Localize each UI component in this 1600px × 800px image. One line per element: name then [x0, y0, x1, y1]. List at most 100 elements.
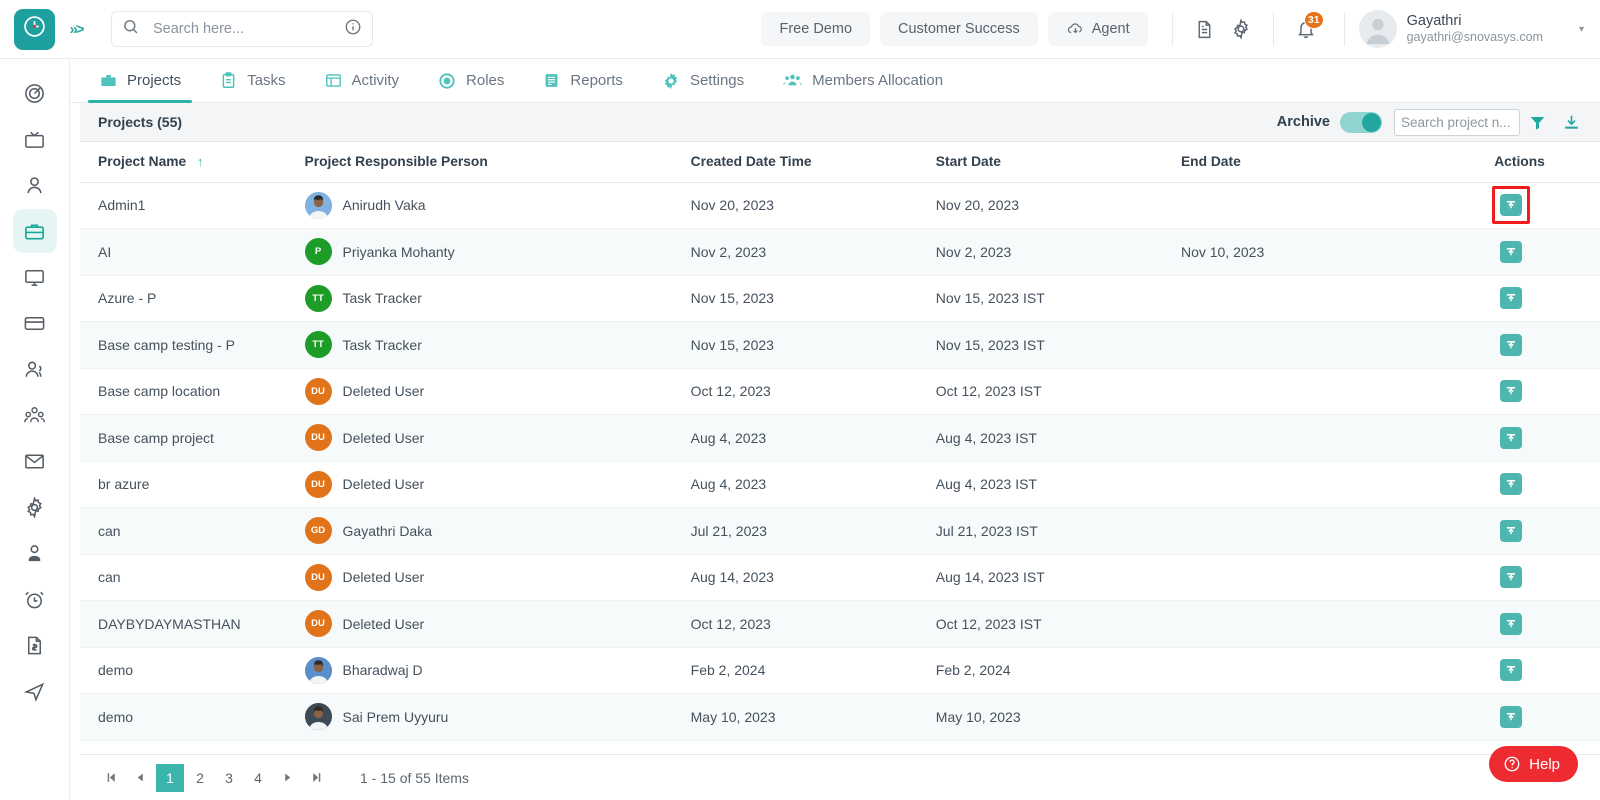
sort-asc-icon[interactable]: ↑	[197, 154, 204, 169]
table-row[interactable]: AI P Priyanka Mohanty Nov 2, 2023 Nov 2, 202…	[80, 228, 1600, 276]
table-row[interactable]: Admin1 Anirudh Vaka Nov 20, 2023 Nov 20, 20…	[80, 182, 1600, 229]
page-first-button[interactable]	[98, 765, 124, 791]
profile-menu[interactable]: Gayathri gayathri@snovasys.com ▾	[1358, 10, 1584, 48]
tab-reports[interactable]: Reports	[523, 59, 642, 102]
cell-actions[interactable]	[1421, 368, 1600, 415]
chevron-down-icon[interactable]: ▾	[1579, 24, 1584, 35]
sidebar-item-projects[interactable]	[12, 209, 57, 253]
cell-actions[interactable]	[1421, 600, 1600, 648]
page-2-button[interactable]: 2	[187, 765, 213, 791]
sidebar-item-monitor[interactable]	[13, 255, 57, 299]
col-end-date[interactable]: End Date	[1170, 142, 1422, 183]
archive-toggle[interactable]	[1340, 111, 1382, 133]
help-button[interactable]: Help	[1489, 746, 1578, 782]
table-row[interactable]: can DU Deleted User Aug 14, 2023 Aug 14, 202…	[80, 554, 1600, 601]
notifications-bell[interactable]: 31	[1288, 11, 1324, 47]
table-row[interactable]: demo Sai Prem Uyyuru May 10, 2023 May 10, 2…	[80, 693, 1600, 741]
unarchive-button[interactable]	[1499, 194, 1522, 217]
cell-responsible-person: Bharadwaj D	[294, 647, 681, 694]
top-bar: »> Free Demo Customer Success	[0, 0, 1600, 59]
unarchive-button[interactable]	[1499, 612, 1522, 635]
col-responsible-person[interactable]: Project Responsible Person	[294, 142, 681, 183]
tab-projects[interactable]: Projects	[80, 59, 200, 103]
sidebar-item-mail[interactable]	[13, 439, 57, 483]
cell-actions[interactable]	[1421, 321, 1600, 369]
tab-roles[interactable]: Roles	[418, 59, 523, 102]
cell-actions[interactable]	[1421, 275, 1600, 322]
table-row[interactable]: DAYBYDAYMASTHAN DU Deleted User Oct 12, 202…	[80, 600, 1600, 648]
search-input[interactable]	[139, 21, 344, 37]
sidebar-item-invoices[interactable]	[13, 623, 57, 667]
person-name: Deleted User	[342, 429, 425, 446]
sidebar-item-users[interactable]	[13, 347, 57, 391]
page-4-button[interactable]: 4	[245, 765, 271, 791]
sidebar-item-person[interactable]	[13, 163, 57, 207]
page-last-button[interactable]	[303, 765, 329, 791]
info-circle-icon[interactable]	[344, 18, 362, 41]
unarchive-button[interactable]	[1499, 566, 1522, 589]
col-created-date-time[interactable]: Created Date Time	[680, 142, 926, 183]
sidebar-item-profile[interactable]	[13, 531, 57, 575]
cell-actions[interactable]	[1421, 693, 1600, 741]
page-1-button[interactable]: 1	[156, 763, 184, 792]
table-row[interactable]: br azure DU Deleted User Aug 4, 2023 Aug 4, …	[80, 461, 1600, 508]
table-row[interactable]: Base camp testing - P TT Task Tracker Nov 1…	[80, 321, 1600, 369]
unarchive-button[interactable]	[1499, 240, 1522, 263]
sidebar-item-billing[interactable]	[13, 301, 57, 345]
sidebar-item-timer[interactable]	[13, 577, 57, 621]
table-row[interactable]: Base camp location DU Deleted User Oct 12, …	[80, 368, 1600, 415]
table-row[interactable]: demo Bharadwaj D Feb 2, 2024 Feb 2, 2024	[80, 647, 1600, 694]
free-demo-button[interactable]: Free Demo	[761, 12, 871, 46]
cell-start-date: Nov 15, 2023 IST	[925, 321, 1171, 369]
unarchive-button[interactable]	[1499, 659, 1522, 682]
app-logo[interactable]	[14, 8, 55, 50]
cell-actions[interactable]	[1421, 228, 1600, 276]
cell-actions[interactable]	[1421, 507, 1600, 555]
cell-actions[interactable]	[1421, 414, 1600, 462]
customer-success-button[interactable]: Customer Success	[880, 12, 1038, 46]
sidebar-item-teams[interactable]	[13, 393, 57, 437]
sidebar-item-send[interactable]	[13, 669, 57, 713]
unarchive-button[interactable]	[1499, 519, 1522, 542]
sidebar-item-settings[interactable]	[13, 485, 57, 529]
agent-button[interactable]: Agent	[1047, 12, 1148, 46]
page-next-button[interactable]	[274, 765, 300, 791]
cell-actions[interactable]	[1421, 554, 1600, 601]
page-title: Projects (55)	[98, 114, 183, 130]
download-icon[interactable]	[1554, 107, 1588, 137]
document-icon[interactable]	[1187, 11, 1223, 47]
col-project-name[interactable]: Project Name ↑	[80, 142, 295, 183]
project-search-input[interactable]	[1394, 108, 1520, 136]
table-row[interactable]: Base camp project DU Deleted User Aug 4, 20…	[80, 414, 1600, 462]
avatar-initials: DU	[304, 563, 332, 591]
briefcase-icon	[99, 71, 118, 90]
cell-created-date: Aug 14, 2023	[680, 554, 926, 601]
tab-tasks[interactable]: Tasks	[200, 59, 304, 102]
table-header-row: Project Name ↑ Project Responsible Perso…	[80, 142, 1600, 183]
double-chevron-right-icon[interactable]: »>	[61, 21, 91, 38]
table-row[interactable]: Azure - P TT Task Tracker Nov 15, 2023 Nov 1…	[80, 275, 1600, 322]
unarchive-button[interactable]	[1499, 705, 1522, 728]
unarchive-button[interactable]	[1499, 380, 1522, 403]
col-start-date[interactable]: Start Date	[925, 142, 1171, 183]
filter-funnel-icon[interactable]	[1520, 107, 1554, 137]
pagination-info: 1 - 15 of 55 Items	[360, 769, 469, 786]
unarchive-button[interactable]	[1499, 287, 1522, 310]
page-3-button[interactable]: 3	[216, 765, 242, 791]
gear-icon[interactable]	[1223, 11, 1259, 47]
tab-settings[interactable]: Settings	[642, 59, 763, 102]
global-search[interactable]	[111, 11, 373, 47]
tab-activity[interactable]: Activity	[305, 59, 419, 102]
cell-actions[interactable]	[1421, 647, 1600, 694]
unarchive-button[interactable]	[1499, 473, 1522, 496]
unarchive-button[interactable]	[1499, 426, 1522, 449]
table-row[interactable]: can GD Gayathri Daka Jul 21, 2023 Jul 21, 20…	[80, 507, 1600, 555]
sidebar-item-tv[interactable]	[13, 117, 57, 161]
tab-members-allocation[interactable]: Members Allocation	[763, 59, 962, 102]
cell-actions[interactable]	[1421, 461, 1600, 508]
page-prev-button[interactable]	[127, 765, 153, 791]
sidebar-item-target[interactable]	[13, 71, 57, 115]
highlight-box	[1491, 186, 1530, 225]
unarchive-button[interactable]	[1499, 333, 1522, 356]
cell-actions[interactable]	[1421, 182, 1600, 229]
